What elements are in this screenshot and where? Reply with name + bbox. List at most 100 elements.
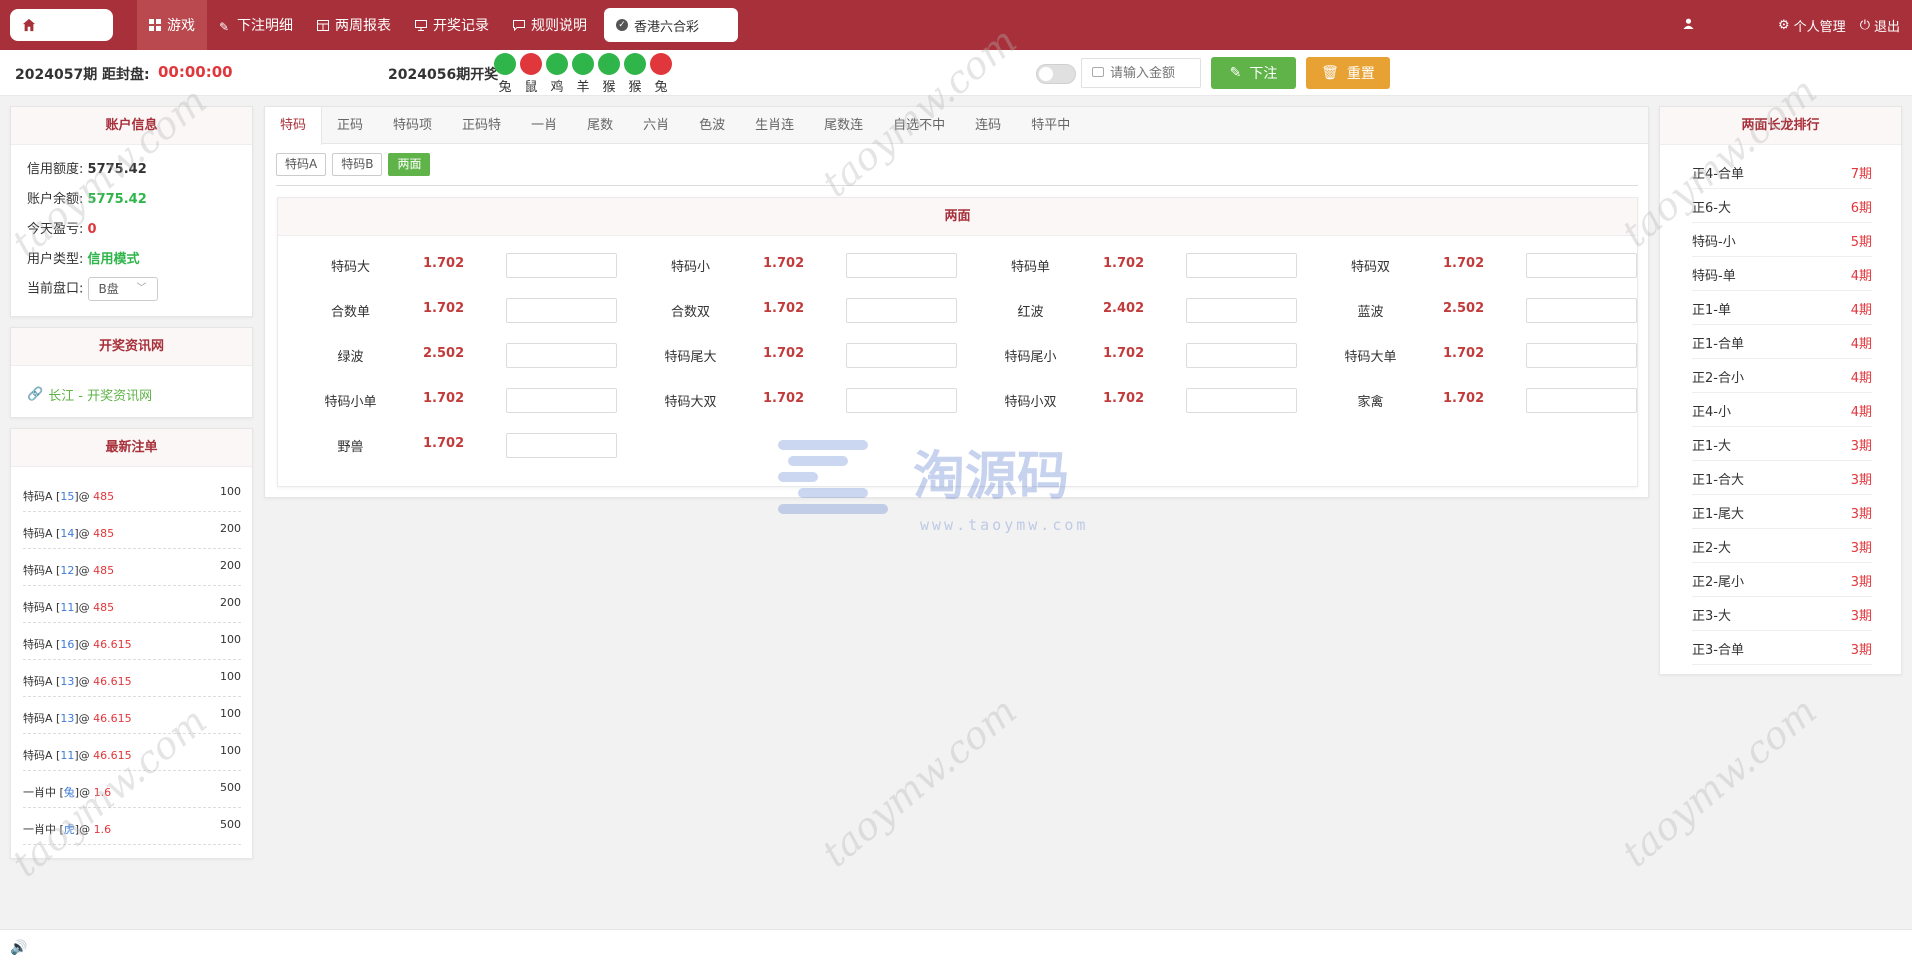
bet-odd: 46.615 [93, 638, 132, 651]
result-ball-2: 43 鸡 [546, 53, 568, 95]
bet-amount-input[interactable] [506, 343, 617, 368]
bet-amount-input[interactable] [1186, 298, 1297, 323]
bet-description: 一肖中 [兔]@ 1.6 [23, 784, 111, 800]
bet-amount-input[interactable] [846, 388, 957, 413]
bet-key: 12 [60, 564, 75, 577]
lottery-selector[interactable]: ✓ 香港六合彩 [604, 8, 738, 42]
bet-description: 特码A [12]@ 485 [23, 562, 114, 578]
quick-bet-toggle[interactable] [1036, 64, 1076, 84]
bet-amount: 100 [220, 744, 241, 757]
sub-tab[interactable]: 特码B [332, 153, 383, 176]
game-tab[interactable]: 正码特 [447, 107, 516, 144]
current-issue: 2024057期 [15, 67, 98, 83]
game-tab[interactable]: 一肖 [516, 107, 572, 144]
bet-amount-input[interactable] [846, 253, 957, 278]
odds-cell: 特码小单 1.702 [298, 378, 638, 423]
ranking-row: 正1-尾大 3期 [1692, 495, 1872, 529]
bet-amount: 500 [220, 781, 241, 794]
logout-link[interactable]: ⏻ 退出 [1860, 16, 1900, 35]
result-ball-0: 49 兔 [494, 53, 516, 95]
odds-cell: 合数双 1.702 [638, 288, 978, 333]
watermark-text: taoymw.com [1613, 688, 1825, 876]
ranking-name: 正1-单 [1692, 303, 1731, 318]
game-tab[interactable]: 生肖连 [740, 107, 809, 144]
nav-item-0[interactable]: 游戏 [137, 0, 207, 50]
result-ball-5: 32 猴 [624, 53, 646, 95]
game-tab[interactable]: 尾数 [572, 107, 628, 144]
game-tab[interactable]: 连码 [960, 107, 1016, 144]
ranking-name: 正1-合大 [1692, 473, 1744, 488]
user-icon[interactable] [1683, 18, 1694, 33]
game-tab[interactable]: 自选不中 [878, 107, 960, 144]
ranking-streak: 3期 [1850, 609, 1872, 624]
news-panel: 开奖资讯网 🔗 长江 - 开奖资讯网 [10, 327, 253, 418]
sub-tab[interactable]: 特码A [276, 153, 327, 176]
result-ball-1: 40 鼠 [520, 53, 542, 95]
ball-number: 01 [650, 53, 672, 75]
nav-item-2[interactable]: 两周报表 [305, 0, 403, 50]
bet-amount-input[interactable] [506, 253, 617, 278]
sub-tab[interactable]: 两面 [388, 153, 431, 176]
monitor-icon [415, 19, 428, 32]
game-tab[interactable]: 正码 [322, 107, 378, 144]
game-tab[interactable]: 尾数连 [809, 107, 878, 144]
bet-amount-input[interactable] [1526, 253, 1637, 278]
bet-amount-input[interactable] [1186, 388, 1297, 413]
game-tab[interactable]: 色波 [684, 107, 740, 144]
speaker-icon[interactable]: 🔊 [10, 940, 27, 956]
nav-item-3[interactable]: 开奖记录 [403, 0, 501, 50]
game-tab[interactable]: 特平中 [1016, 107, 1085, 144]
bet-amount-input[interactable] [1526, 343, 1637, 368]
odds-cell: 特码大单 1.702 [1318, 333, 1658, 378]
ranking-name: 正4-合单 [1692, 167, 1744, 182]
result-ball-6: 01 兔 [650, 53, 672, 95]
game-tab[interactable]: 六肖 [628, 107, 684, 144]
reset-button[interactable]: 🗑 重置 [1306, 57, 1390, 89]
bet-amount-input[interactable] [1186, 343, 1297, 368]
bet-mid: ]@ [74, 564, 94, 577]
plate-select[interactable]: B盘 ﹀ [87, 277, 158, 301]
place-bet-button[interactable]: ✎ 下注 [1211, 57, 1296, 89]
bet-key: 16 [60, 638, 75, 651]
ball-number: 43 [546, 53, 568, 75]
user-type-value: 信用模式 [87, 252, 140, 267]
nav-item-4[interactable]: 规则说明 [501, 0, 599, 50]
personal-management-link[interactable]: ⚙ 个人管理 [1778, 16, 1846, 35]
bet-amount-input[interactable] [506, 388, 617, 413]
nav-item-1[interactable]: ✎ 下注明细 [207, 0, 305, 50]
bet-description: 特码A [13]@ 46.615 [23, 673, 132, 689]
bet-amount-input[interactable] [1526, 298, 1637, 323]
bet-amount-input[interactable] [1526, 388, 1637, 413]
bet-option-name: 特码大 [330, 260, 370, 275]
news-link[interactable]: 🔗 长江 - 开奖资讯网 [27, 385, 152, 404]
bet-option-odds: 2.502 [1443, 301, 1485, 316]
ball-zodiac: 猴 [628, 80, 642, 95]
recent-bet-row: 一肖中 [虎]@ 1.6 500 [23, 808, 241, 845]
close-countdown-time: 00:00:00 [158, 63, 233, 81]
bet-amount-input[interactable] [506, 433, 617, 458]
bottom-bar: 🔊 [0, 929, 1912, 966]
game-tab[interactable]: 特码 [265, 107, 323, 145]
edit-icon: ✎ [1229, 65, 1242, 81]
ranking-row: 特码-单 4期 [1692, 257, 1872, 291]
ranking-row: 正1-单 4期 [1692, 291, 1872, 325]
bet-odd: 485 [93, 490, 115, 503]
bet-option-name: 特码小双 [1004, 395, 1057, 410]
bet-option-odds: 1.702 [1443, 256, 1485, 271]
bet-amount-input[interactable] [846, 298, 957, 323]
bet-amount-input[interactable] [846, 343, 957, 368]
plate-value: B盘 [98, 282, 119, 296]
ranking-streak: 3期 [1850, 439, 1872, 454]
bet-amount-input[interactable] [1186, 253, 1297, 278]
bet-option-name: 野兽 [337, 440, 364, 455]
odds-cell: 红波 2.402 [978, 288, 1318, 333]
balance-label: 账户余额: [27, 192, 84, 207]
bet-prefix: 一肖中 [ [23, 786, 64, 799]
bet-key: 13 [60, 712, 75, 725]
game-tab[interactable]: 特码项 [378, 107, 447, 144]
nav-item-label: 游戏 [167, 18, 195, 34]
home-button[interactable] [10, 9, 113, 41]
ball-zodiac: 鼠 [524, 80, 538, 95]
bet-amount-input[interactable] [506, 298, 617, 323]
bet-prefix: 特码A [ [23, 712, 61, 725]
